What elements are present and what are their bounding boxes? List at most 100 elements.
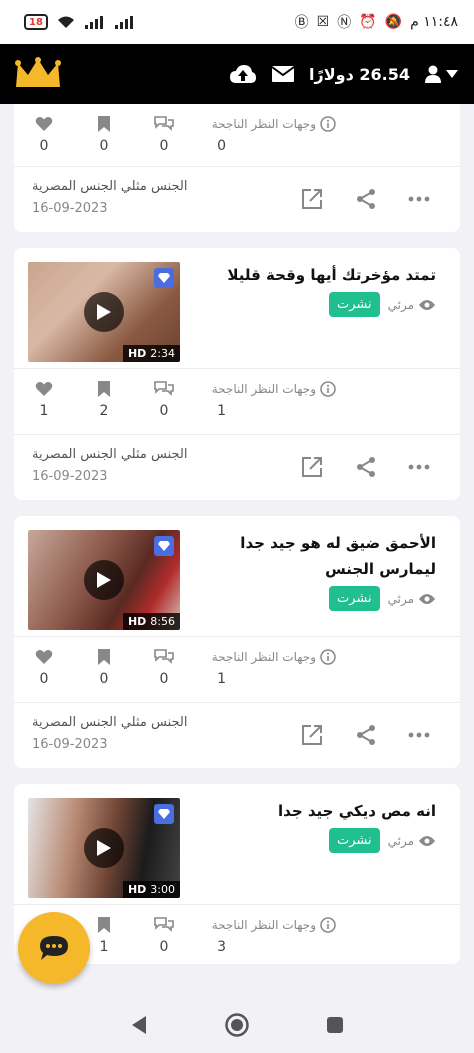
nav-recents-button[interactable] (320, 1010, 350, 1040)
category-link[interactable]: الجنس مثلي الجنس المصرية (32, 447, 187, 462)
post-title[interactable]: انه مص ديكي جيد جدا (180, 798, 436, 824)
category-link[interactable]: الجنس مثلي الجنس المصرية (32, 715, 187, 730)
more-icon[interactable] (408, 196, 430, 202)
post-actions (300, 187, 430, 211)
premium-gem-icon (154, 804, 174, 824)
user-menu[interactable] (424, 65, 458, 83)
mute-icon: 🔕 (384, 14, 403, 30)
saves-stat[interactable]: 1 (84, 917, 124, 955)
n-icon: Ⓝ (337, 15, 352, 31)
heart-icon (35, 650, 53, 664)
post-header: الأحمق ضيق له هو جيد جدا ليمارس الجنس مر… (14, 516, 460, 636)
views-stat: وجهات النظر الناجحة 3 (212, 917, 336, 955)
comments-icon (154, 649, 174, 664)
likes-stat[interactable]: 1 (24, 381, 64, 419)
saves-stat[interactable]: 0 (84, 116, 124, 154)
external-link-icon[interactable] (300, 455, 324, 479)
comments-stat[interactable]: 0 (144, 917, 184, 955)
external-link-icon[interactable] (300, 187, 324, 211)
post-title[interactable]: تمتد مؤخرتك أيها وقحة قليلا (180, 262, 436, 288)
status-bar: 18 Ⓑ ☒ Ⓝ ⏰ 🔕 ١١:٤٨ م (0, 0, 474, 44)
signal-icon (114, 16, 133, 29)
nav-home-button[interactable] (222, 1010, 252, 1040)
comments-stat[interactable]: 0 (144, 649, 184, 687)
duration-label: HD 3:00 (122, 881, 180, 898)
bookmark-icon (98, 381, 110, 397)
post-meta: مرئي نشرت (180, 828, 436, 853)
info-icon (320, 917, 336, 933)
video-thumbnail[interactable]: HD 3:00 (28, 798, 180, 898)
mail-icon[interactable] (271, 65, 295, 83)
play-icon[interactable] (84, 560, 124, 600)
visibility-indicator: مرئي (388, 592, 436, 606)
more-icon[interactable] (408, 732, 430, 738)
back-triangle-icon (132, 1015, 146, 1034)
post-footer: الجنس مثلي الجنس المصرية 16-09-2023 (14, 434, 460, 500)
post-footer: الجنس مثلي الجنس المصرية 16-09-2023 (14, 166, 460, 232)
post-info: انه مص ديكي جيد جدا مرئي نشرت (180, 798, 446, 904)
recents-square-icon (327, 1016, 343, 1033)
crown-logo-icon[interactable] (14, 57, 62, 91)
post-actions (300, 723, 430, 747)
external-link-icon[interactable] (300, 723, 324, 747)
play-icon[interactable] (84, 292, 124, 332)
heart-icon (35, 382, 53, 396)
status-time: ١١:٤٨ م (410, 14, 458, 30)
wifi-icon (57, 16, 74, 28)
post-footer: الجنس مثلي الجنس المصرية 16-09-2023 (14, 702, 460, 768)
post-card: الأحمق ضيق له هو جيد جدا ليمارس الجنس مر… (14, 516, 460, 768)
nav-back-button[interactable] (124, 1010, 154, 1040)
share-icon[interactable] (354, 187, 378, 211)
premium-gem-icon (154, 268, 174, 288)
dropdown-icon (446, 70, 458, 78)
post-stats: 0 0 0 وجهات النظر الناجحة 1 (14, 636, 460, 702)
likes-stat[interactable]: 0 (24, 116, 64, 154)
comments-icon (154, 381, 174, 396)
visibility-indicator: مرئي (388, 834, 436, 848)
views-stat: وجهات النظر الناجحة 0 (212, 116, 336, 154)
comments-stat[interactable]: 0 (144, 116, 184, 154)
info-icon (320, 381, 336, 397)
upload-icon[interactable] (229, 63, 257, 85)
post-actions (300, 455, 430, 479)
comments-icon (154, 917, 174, 932)
duration-label: HD 2:34 (122, 345, 180, 362)
bookmark-icon (98, 917, 110, 933)
category-link[interactable]: الجنس مثلي الجنس المصرية (32, 179, 187, 194)
heart-icon (35, 117, 53, 131)
post-info: تمتد مؤخرتك أيها وقحة قليلا مرئي نشرت (180, 262, 446, 368)
post-feed: 0 0 0 وجهات النظر الناجحة 0 الجنس مثلي ا… (14, 104, 460, 980)
post-date: 16-09-2023 (32, 737, 108, 752)
share-icon[interactable] (354, 723, 378, 747)
post-stats: 1 2 0 وجهات النظر الناجحة 1 (14, 368, 460, 434)
alarm-icon: ⏰ (359, 14, 377, 30)
play-icon[interactable] (84, 828, 124, 868)
chat-button[interactable] (18, 912, 90, 984)
likes-stat[interactable]: 0 (24, 649, 64, 687)
battery-icon: 18 (24, 14, 48, 30)
saves-stat[interactable]: 0 (84, 649, 124, 687)
chat-bubble-icon (40, 936, 68, 960)
post-stats: 0 0 0 وجهات النظر الناجحة 0 (14, 104, 460, 166)
video-thumbnail[interactable]: HD 8:56 (28, 530, 180, 630)
saves-stat[interactable]: 2 (84, 381, 124, 419)
eye-icon (419, 835, 435, 846)
post-info: الأحمق ضيق له هو جيد جدا ليمارس الجنس مر… (180, 530, 446, 636)
eye-icon (419, 299, 435, 310)
signal-icon (84, 16, 103, 29)
bookmark-icon (98, 116, 110, 132)
comments-icon (154, 116, 174, 131)
more-icon[interactable] (408, 464, 430, 470)
system-nav-bar (0, 996, 474, 1053)
post-header: تمتد مؤخرتك أيها وقحة قليلا مرئي نشرت HD… (14, 248, 460, 368)
share-icon[interactable] (354, 455, 378, 479)
post-card: تمتد مؤخرتك أيها وقحة قليلا مرئي نشرت HD… (14, 248, 460, 500)
b-icon: Ⓑ (294, 15, 309, 31)
video-thumbnail[interactable]: HD 2:34 (28, 262, 180, 362)
info-icon (320, 116, 336, 132)
comments-stat[interactable]: 0 (144, 381, 184, 419)
duration-label: HD 8:56 (122, 613, 180, 630)
post-title[interactable]: الأحمق ضيق له هو جيد جدا ليمارس الجنس (180, 530, 436, 582)
published-badge: نشرت (328, 828, 380, 853)
eye-icon (419, 593, 435, 604)
